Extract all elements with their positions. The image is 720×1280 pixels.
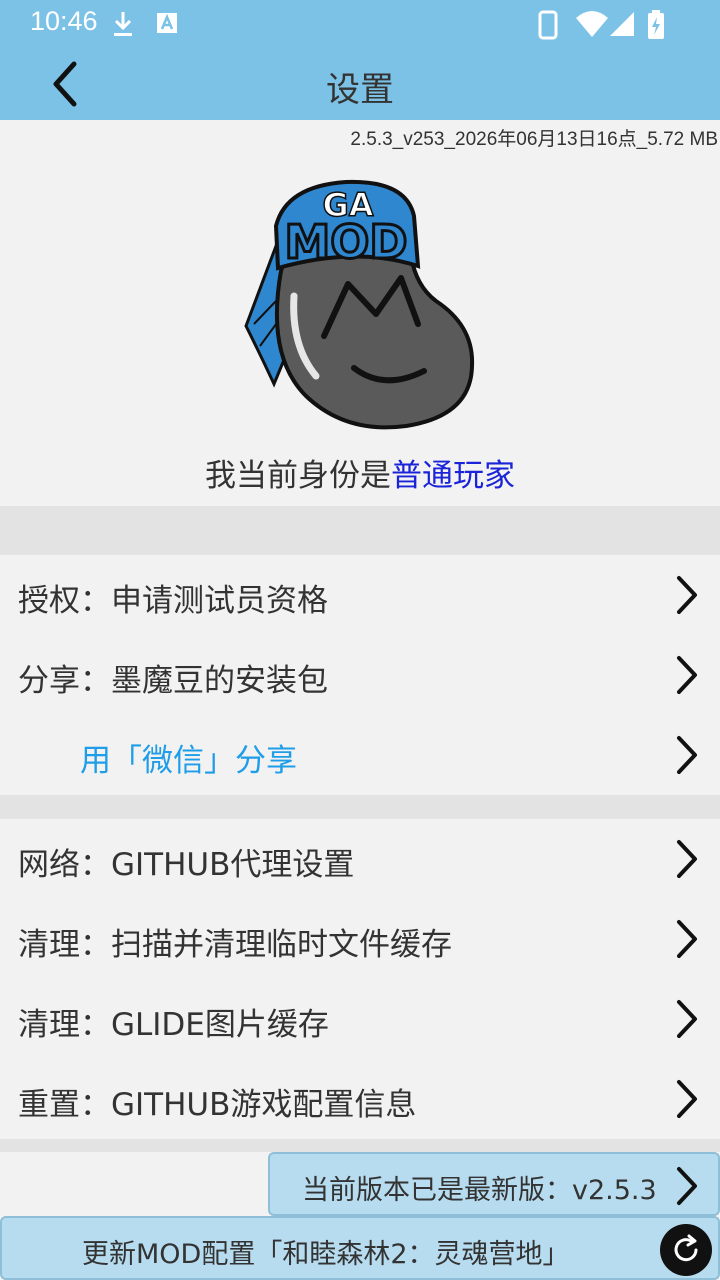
chevron-right-icon	[677, 736, 697, 774]
chevron-right-icon	[677, 1080, 697, 1118]
mod-config-label: 更新MOD配置「和睦森林2：灵魂营地」	[82, 1239, 570, 1270]
menu-item-share-wechat[interactable]: 用「微信」分享	[0, 715, 720, 795]
version-info: 2.5.3_v253_2026年06月13日16点_5.72 MB	[350, 129, 718, 150]
chevron-right-icon	[677, 920, 697, 958]
section-divider	[0, 795, 720, 819]
font-icon	[157, 13, 177, 33]
status-bar: 10:46	[0, 0, 720, 48]
check-update-button[interactable]: 当前版本已是最新版：v2.5.3	[268, 1152, 720, 1216]
identity-text: 我当前身份是普通玩家	[0, 450, 720, 495]
refresh-icon	[674, 1234, 698, 1262]
identity-prefix: 我当前身份是	[205, 458, 391, 494]
chevron-right-icon	[677, 1000, 697, 1038]
page-title: 设置	[326, 70, 394, 110]
phone-icon	[538, 10, 558, 40]
menu-item-share-package[interactable]: 分享：墨魔豆的安装包	[0, 635, 720, 715]
chevron-right-icon	[677, 840, 697, 878]
menu-item-label: 网络：GITHUB代理设置	[18, 847, 355, 883]
refresh-button[interactable]	[660, 1224, 712, 1276]
signal-icon	[610, 12, 634, 36]
identity-role-link[interactable]: 普通玩家	[391, 458, 515, 494]
menu-item-label: 用「微信」分享	[80, 743, 297, 779]
app-bar: 设置	[0, 48, 720, 120]
menu-item-label: 分享：墨魔豆的安装包	[18, 663, 328, 699]
download-icon	[114, 12, 132, 36]
menu-item-reset-github-config[interactable]: 重置：GITHUB游戏配置信息	[0, 1059, 720, 1139]
update-mod-config-button[interactable]: 更新MOD配置「和睦森林2：灵魂营地」	[0, 1216, 720, 1280]
chevron-right-icon	[677, 1167, 697, 1205]
menu-item-label: 重置：GITHUB游戏配置信息	[18, 1087, 417, 1123]
menu-item-label: 清理：扫描并清理临时文件缓存	[18, 927, 452, 963]
update-status-label: 当前版本已是最新版：v2.5.3	[302, 1175, 657, 1206]
chevron-right-icon	[677, 576, 697, 614]
section-divider	[0, 506, 720, 555]
menu-item-clear-glide-cache[interactable]: 清理：GLIDE图片缓存	[0, 979, 720, 1059]
status-time: 10:46	[30, 6, 98, 36]
menu-item-github-proxy[interactable]: 网络：GITHUB代理设置	[0, 819, 720, 899]
menu-item-label: 授权：申请测试员资格	[18, 583, 328, 619]
menu-item-clear-temp-cache[interactable]: 清理：扫描并清理临时文件缓存	[0, 899, 720, 979]
svg-text:MOD: MOD	[284, 215, 407, 269]
section-divider	[0, 1139, 720, 1152]
menu-item-apply-tester[interactable]: 授权：申请测试员资格	[0, 555, 720, 635]
battery-icon	[648, 10, 664, 39]
chevron-right-icon	[677, 656, 697, 694]
wifi-icon	[576, 11, 608, 37]
menu-item-label: 清理：GLIDE图片缓存	[18, 1007, 329, 1043]
mod-logo: GA MOD	[244, 179, 475, 430]
